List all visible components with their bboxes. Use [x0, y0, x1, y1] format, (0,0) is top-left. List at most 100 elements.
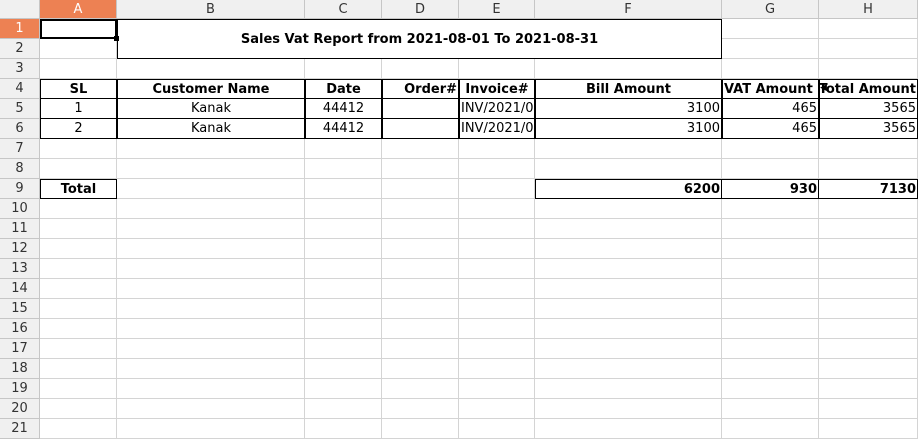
- header-bill[interactable]: Bill Amount: [535, 79, 722, 99]
- row-header-3[interactable]: 3: [0, 59, 40, 79]
- row-header-15[interactable]: 15: [0, 299, 40, 319]
- cell-e9[interactable]: [459, 179, 535, 199]
- cell-vat[interactable]: 465: [722, 119, 819, 139]
- cell-e16[interactable]: [459, 319, 535, 339]
- cell-b7[interactable]: [117, 139, 305, 159]
- row-header-12[interactable]: 12: [0, 239, 40, 259]
- cell-invoice[interactable]: INV/2021/08/0: [459, 99, 535, 119]
- cell-b11[interactable]: [117, 219, 305, 239]
- cell-f7[interactable]: [535, 139, 722, 159]
- cell-g20[interactable]: [722, 399, 819, 419]
- cell-h8[interactable]: [819, 159, 918, 179]
- cell-d21[interactable]: [382, 419, 459, 439]
- cell-d7[interactable]: [382, 139, 459, 159]
- cell-h18[interactable]: [819, 359, 918, 379]
- cell-g17[interactable]: [722, 339, 819, 359]
- cell-a10[interactable]: [40, 199, 117, 219]
- row-header-13[interactable]: 13: [0, 259, 40, 279]
- cell-e8[interactable]: [459, 159, 535, 179]
- fill-handle[interactable]: [114, 36, 119, 41]
- cell-h21[interactable]: [819, 419, 918, 439]
- column-header-g[interactable]: G: [722, 0, 819, 19]
- cell-f3[interactable]: [535, 59, 722, 79]
- cell-h19[interactable]: [819, 379, 918, 399]
- row-header-7[interactable]: 7: [0, 139, 40, 159]
- cell-a7[interactable]: [40, 139, 117, 159]
- cell-c19[interactable]: [305, 379, 382, 399]
- cell-b18[interactable]: [117, 359, 305, 379]
- cell-a8[interactable]: [40, 159, 117, 179]
- cell-d17[interactable]: [382, 339, 459, 359]
- cell-h11[interactable]: [819, 219, 918, 239]
- cell-b21[interactable]: [117, 419, 305, 439]
- cell-d10[interactable]: [382, 199, 459, 219]
- column-header-d[interactable]: D: [382, 0, 459, 19]
- header-customer[interactable]: Customer Name: [117, 79, 305, 99]
- spreadsheet-grid[interactable]: A B C D E F G H 1 2 3 4 5 6 7 8 9 10 11 12 13 14 15 16 17 18 19 20 2…: [0, 0, 918, 439]
- cell-a1[interactable]: [40, 19, 117, 39]
- cell-e18[interactable]: [459, 359, 535, 379]
- cell-e17[interactable]: [459, 339, 535, 359]
- cell-c14[interactable]: [305, 279, 382, 299]
- cell-total[interactable]: 3565: [819, 99, 918, 119]
- cell-b14[interactable]: [117, 279, 305, 299]
- cell-c7[interactable]: [305, 139, 382, 159]
- cell-order[interactable]: [382, 119, 459, 139]
- row-header-8[interactable]: 8: [0, 159, 40, 179]
- cell-date[interactable]: 44412: [305, 99, 382, 119]
- cell-sl[interactable]: 1: [40, 99, 117, 119]
- column-header-f[interactable]: F: [535, 0, 722, 19]
- cell-h14[interactable]: [819, 279, 918, 299]
- cell-h12[interactable]: [819, 239, 918, 259]
- cell-vat[interactable]: 465: [722, 99, 819, 119]
- cell-b10[interactable]: [117, 199, 305, 219]
- cell-d19[interactable]: [382, 379, 459, 399]
- column-header-c[interactable]: C: [305, 0, 382, 19]
- row-header-4[interactable]: 4: [0, 79, 40, 99]
- cell-g15[interactable]: [722, 299, 819, 319]
- total-bill[interactable]: 6200: [535, 179, 722, 199]
- cell-h2[interactable]: [819, 39, 918, 59]
- cell-g12[interactable]: [722, 239, 819, 259]
- cell-g8[interactable]: [722, 159, 819, 179]
- cell-c3[interactable]: [305, 59, 382, 79]
- cell-e13[interactable]: [459, 259, 535, 279]
- cell-d20[interactable]: [382, 399, 459, 419]
- cell-g13[interactable]: [722, 259, 819, 279]
- cell-f20[interactable]: [535, 399, 722, 419]
- cell-c10[interactable]: [305, 199, 382, 219]
- cell-a21[interactable]: [40, 419, 117, 439]
- cell-e12[interactable]: [459, 239, 535, 259]
- cell-c18[interactable]: [305, 359, 382, 379]
- cell-a11[interactable]: [40, 219, 117, 239]
- cell-f18[interactable]: [535, 359, 722, 379]
- cell-d14[interactable]: [382, 279, 459, 299]
- cell-d13[interactable]: [382, 259, 459, 279]
- cell-e7[interactable]: [459, 139, 535, 159]
- header-vat[interactable]: VAT Amount: [722, 79, 819, 99]
- cell-bill[interactable]: 3100: [535, 119, 722, 139]
- cell-b15[interactable]: [117, 299, 305, 319]
- cell-h3[interactable]: [819, 59, 918, 79]
- cell-e19[interactable]: [459, 379, 535, 399]
- row-header-16[interactable]: 16: [0, 319, 40, 339]
- cell-f19[interactable]: [535, 379, 722, 399]
- cell-bill[interactable]: 3100: [535, 99, 722, 119]
- cell-c9[interactable]: [305, 179, 382, 199]
- cell-f14[interactable]: [535, 279, 722, 299]
- cell-d9[interactable]: [382, 179, 459, 199]
- cell-b13[interactable]: [117, 259, 305, 279]
- cell-c21[interactable]: [305, 419, 382, 439]
- cell-f16[interactable]: [535, 319, 722, 339]
- cell-d15[interactable]: [382, 299, 459, 319]
- total-label[interactable]: Total: [40, 179, 117, 199]
- cell-a18[interactable]: [40, 359, 117, 379]
- cell-h1[interactable]: [819, 19, 918, 39]
- cell-f11[interactable]: [535, 219, 722, 239]
- cell-e10[interactable]: [459, 199, 535, 219]
- cell-h10[interactable]: [819, 199, 918, 219]
- cell-c8[interactable]: [305, 159, 382, 179]
- cell-b19[interactable]: [117, 379, 305, 399]
- cell-h7[interactable]: [819, 139, 918, 159]
- cell-e14[interactable]: [459, 279, 535, 299]
